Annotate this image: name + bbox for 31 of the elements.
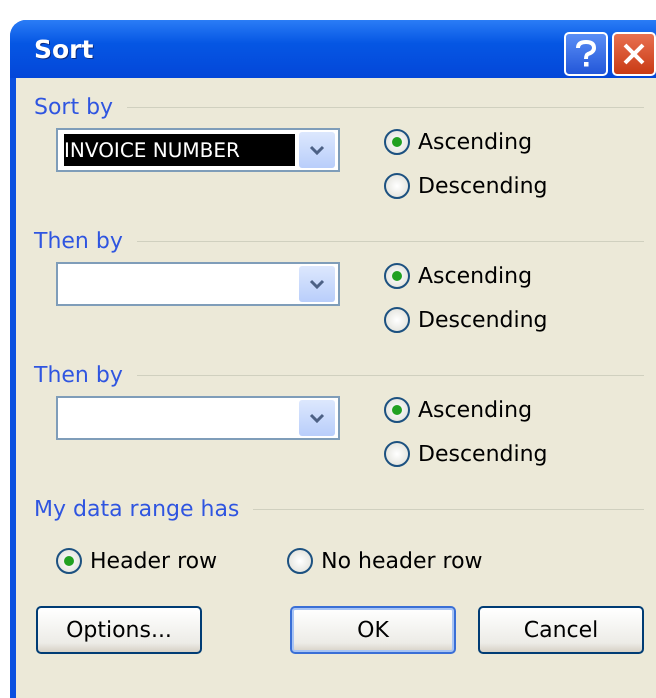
radio-label[interactable]: Ascending [418,264,532,288]
ok-button[interactable]: OK [290,606,456,654]
radio-button[interactable] [56,548,82,574]
sort-field-dropdown[interactable]: INVOICE NUMBER [56,128,340,172]
radio-button[interactable] [384,441,410,467]
radio-label[interactable]: Ascending [418,398,532,422]
radio-button[interactable] [384,307,410,333]
radio-label[interactable]: No header row [321,548,483,574]
group-label: My data range has [34,496,240,522]
question-mark-icon [573,39,599,69]
radio-button[interactable] [384,129,410,155]
radio-label[interactable]: Descending [418,442,548,466]
radio-label[interactable]: Descending [418,308,548,332]
cancel-button[interactable]: Cancel [478,606,644,654]
radio-label[interactable]: Header row [90,548,218,574]
options-button[interactable]: Options... [36,606,202,654]
window-title: Sort [34,34,94,64]
close-button[interactable] [612,32,656,76]
group-label: Then by [34,362,123,388]
radio-label[interactable]: Descending [418,174,548,198]
radio-button[interactable] [384,173,410,199]
close-icon [622,42,646,66]
group-label: Then by [34,228,123,254]
sort-field-dropdown[interactable] [56,262,340,306]
sort-field-dropdown[interactable] [56,396,340,440]
radio-button[interactable] [384,397,410,423]
help-button[interactable] [564,32,608,76]
group-label: Sort by [34,94,114,120]
radio-button[interactable] [384,263,410,289]
radio-label[interactable]: Ascending [418,130,532,154]
radio-button[interactable] [287,548,314,574]
